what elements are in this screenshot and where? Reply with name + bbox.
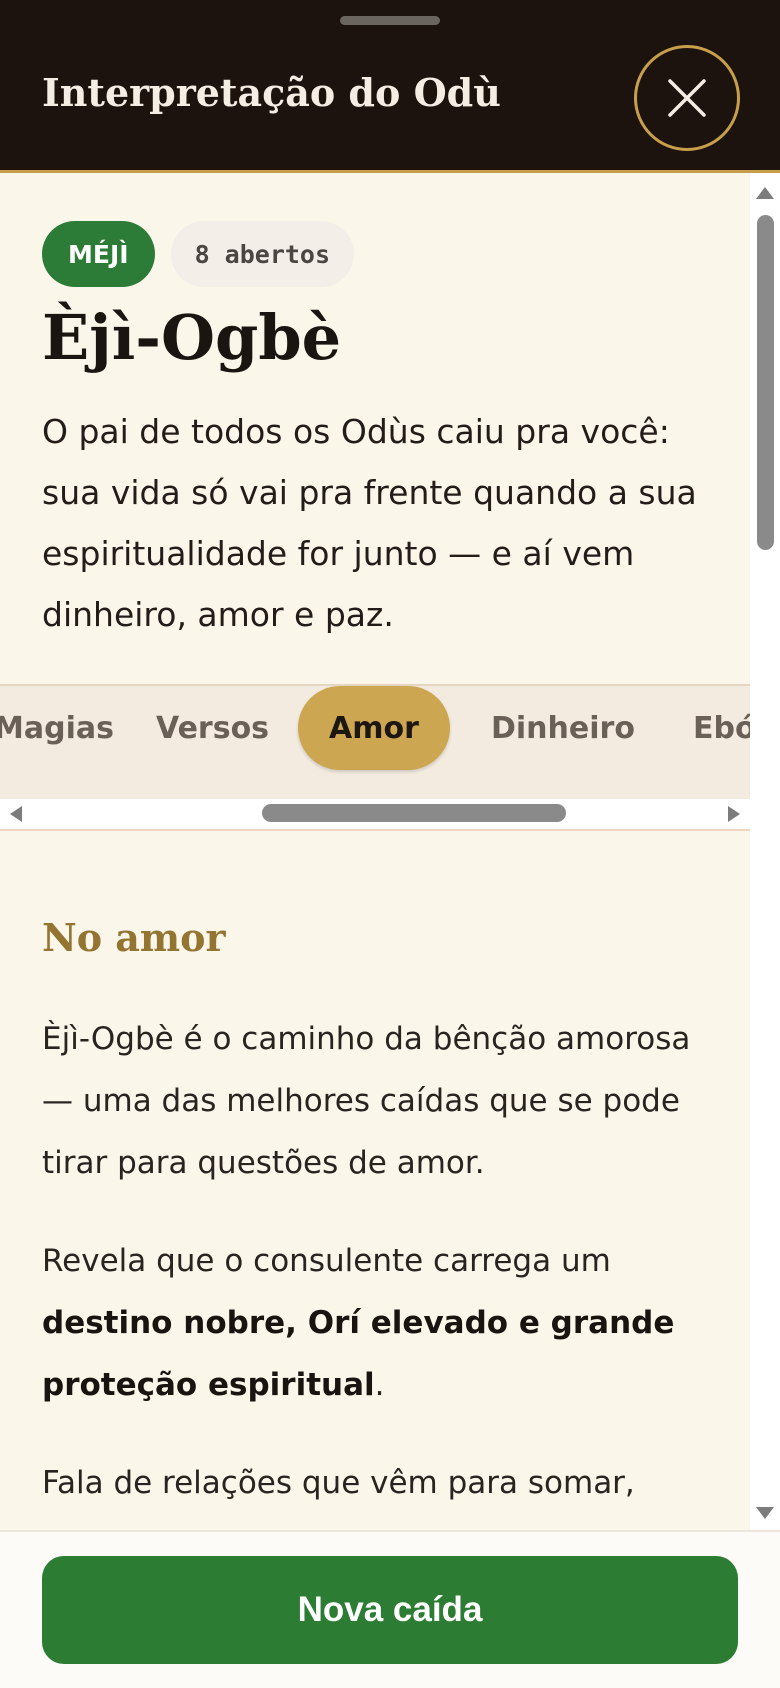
odu-summary: O pai de todos os Odùs caiu pra você: su… xyxy=(42,412,697,634)
scroll-right-icon[interactable] xyxy=(726,805,742,823)
odu-badges: MÉJÌ 8 abertos xyxy=(42,221,355,287)
open-count-badge: 8 abertos xyxy=(170,221,355,287)
tab-magias[interactable]: Magias xyxy=(0,686,114,770)
scroll-left-icon[interactable] xyxy=(8,805,24,823)
love-paragraph-2: Revela que o consulente carrega um desti… xyxy=(42,1243,675,1403)
odu-type-badge: MÉJÌ xyxy=(42,221,155,287)
close-button[interactable] xyxy=(634,45,740,151)
love-paragraph-1: Èjì-Ogbè é o caminho da bênção amorosa —… xyxy=(42,1021,691,1181)
section-title: No amor xyxy=(42,915,226,960)
tab-versos[interactable]: Versos xyxy=(156,686,269,770)
scroll-content[interactable]: MÉJÌ 8 abertos Èjì-Ogbè O pai de todos o… xyxy=(0,173,750,1530)
footer-bar: Nova caída xyxy=(0,1530,780,1688)
highlight-text: destino nobre, Orí elevado e grande prot… xyxy=(42,1305,675,1403)
scroll-down-icon[interactable] xyxy=(755,1506,775,1520)
sheet-title: Interpretação do Odù xyxy=(42,70,501,115)
sheet-header: Interpretação do Odù xyxy=(0,0,780,173)
close-icon xyxy=(668,79,706,117)
scroll-up-icon[interactable] xyxy=(755,186,775,200)
tabs-bar[interactable]: Magias Versos Amor Dinheiro Ebó xyxy=(0,684,750,801)
vertical-scrollbar-thumb[interactable] xyxy=(757,215,774,550)
drag-handle[interactable] xyxy=(340,16,440,25)
love-paragraph-3: Fala de relações que vêm para somar, xyxy=(42,1465,635,1501)
tab-dinheiro[interactable]: Dinheiro xyxy=(491,686,635,770)
tab-ebo[interactable]: Ebó xyxy=(693,686,750,770)
tab-amor[interactable]: Amor xyxy=(298,686,450,770)
tabs-scrollbar-thumb[interactable] xyxy=(262,804,566,822)
new-draw-button[interactable]: Nova caída xyxy=(42,1556,738,1664)
odu-name: Èjì-Ogbè xyxy=(42,301,342,374)
